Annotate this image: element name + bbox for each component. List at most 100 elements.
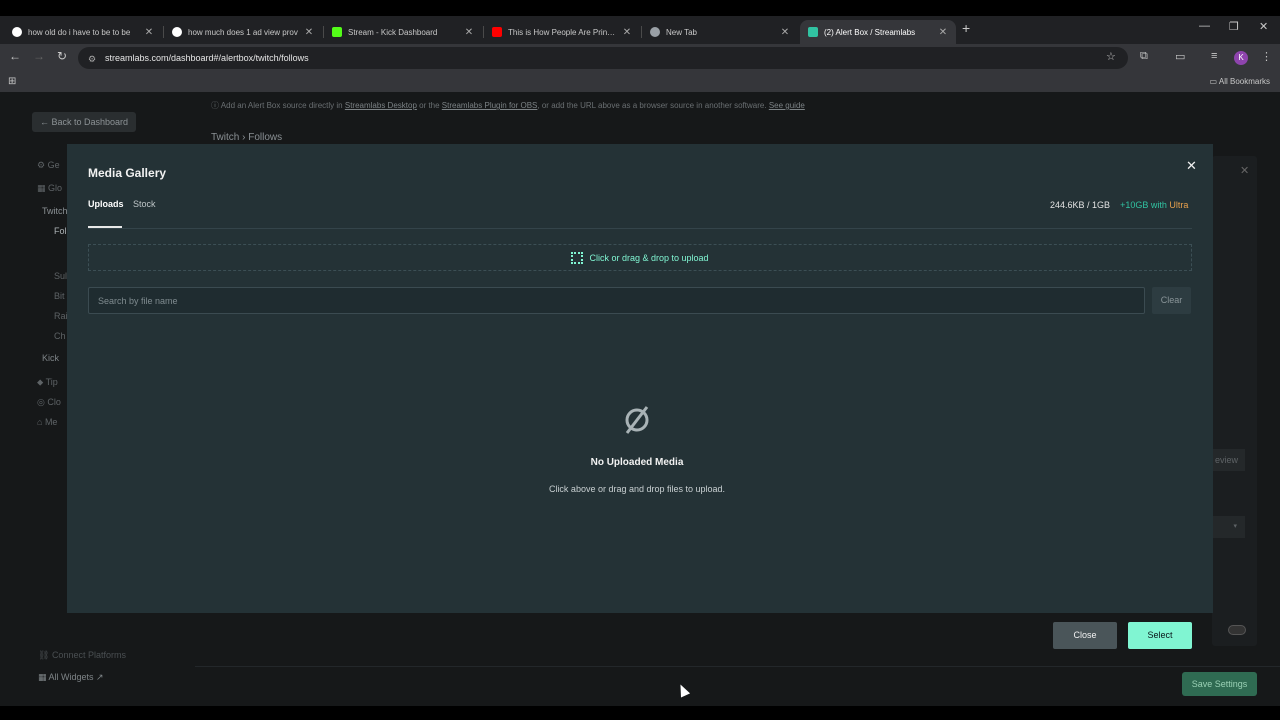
close-button[interactable]: Close	[1053, 622, 1117, 649]
grid-icon: ▦	[38, 672, 49, 682]
browser-tab-6-active[interactable]: (2) Alert Box / Streamlabs ✕	[800, 20, 956, 44]
cloud-icon: ◎	[37, 397, 48, 407]
ultra-badge[interactable]: Ultra	[1169, 200, 1188, 210]
bookmarks-bar: ⊞ ▭ All Bookmarks	[0, 72, 1280, 92]
media-controls-icon[interactable]: ≡	[1211, 50, 1217, 62]
window-close-icon[interactable]: ✕	[1259, 20, 1268, 33]
tab-close-icon[interactable]: ✕	[622, 27, 632, 38]
forward-arrow-icon[interactable]: →	[33, 49, 45, 63]
connect-platforms-label: Connect Platforms	[51, 650, 126, 660]
minimize-icon[interactable]: —	[1199, 20, 1210, 32]
sidebar-item-raids[interactable]: Rai	[54, 311, 68, 321]
upgrade-link[interactable]: +10GB with	[1120, 200, 1167, 210]
sidebar-item-subs[interactable]: Sul	[54, 271, 67, 281]
tab-title: how much does 1 ad view prov	[188, 27, 298, 37]
info-text-suffix: , or add the URL above as a browser sour…	[537, 101, 767, 110]
search-input[interactable]	[88, 287, 1145, 314]
arrow-left-icon: ←	[40, 117, 52, 127]
panel-toggle[interactable]	[1228, 625, 1246, 635]
breadcrumb-platform[interactable]: Twitch	[211, 132, 239, 143]
maximize-icon[interactable]: ❐	[1229, 20, 1239, 33]
tab-uploads[interactable]: Uploads	[88, 199, 124, 209]
letterbox-top	[0, 0, 1280, 16]
tab-close-icon[interactable]: ✕	[304, 27, 314, 38]
upload-frame-icon	[571, 251, 584, 264]
cast-icon[interactable]: ▭	[1175, 50, 1185, 63]
sidebar-item-tips[interactable]: ⬥ Tip	[37, 377, 58, 388]
grid-icon: ▦	[37, 183, 49, 193]
tab-close-icon[interactable]: ✕	[938, 27, 948, 38]
sidebar-item-global[interactable]: ▦ Glo	[37, 183, 62, 194]
all-widgets-link[interactable]: ▦ All Widgets ↗	[38, 672, 104, 683]
address-bar[interactable]: ⚙ streamlabs.com/dashboard#/alertbox/twi…	[78, 47, 1128, 69]
bookmark-star-icon[interactable]: ☆	[1106, 50, 1116, 63]
sidebar-label: Kick	[42, 353, 60, 363]
tab-title: (2) Alert Box / Streamlabs	[824, 27, 916, 37]
browser-tab-4[interactable]: This is How People Are Printing ✕	[484, 20, 640, 44]
tab-close-icon[interactable]: ✕	[780, 27, 790, 38]
tab-close-icon[interactable]: ✕	[464, 27, 474, 38]
url-text: streamlabs.com/dashboard#/alertbox/twitc…	[105, 53, 309, 63]
reload-icon[interactable]: ↻	[57, 49, 67, 63]
profile-avatar[interactable]: K	[1234, 51, 1248, 65]
new-tab-icon[interactable]: +	[962, 20, 970, 36]
upload-dropzone[interactable]: Click or drag & drop to upload	[88, 244, 1192, 271]
sidebar-label: Twitch	[42, 206, 68, 216]
apps-grid-icon[interactable]: ⊞	[8, 76, 16, 87]
sidebar-item-follows[interactable]: Fol	[54, 226, 67, 236]
tab-title: how old do i have to be to be	[28, 27, 131, 37]
connect-platforms-link[interactable]: ⛓ Connect Platforms	[38, 650, 126, 661]
sidebar-label: Fol	[54, 226, 67, 236]
select-button[interactable]: Select	[1128, 622, 1192, 649]
all-bookmarks-button[interactable]: ▭ All Bookmarks	[1210, 77, 1270, 86]
sidebar-label: Rai	[54, 311, 68, 321]
modal-close-icon[interactable]: ✕	[1186, 158, 1197, 174]
back-label: Back to Dashboard	[51, 117, 129, 127]
back-to-dashboard-button[interactable]: ← Back to Dashboard	[32, 112, 137, 132]
clear-button[interactable]: Clear	[1152, 287, 1191, 314]
tab-title: New Tab	[666, 27, 697, 37]
sidebar-item-general[interactable]: ⚙ Ge	[37, 160, 60, 171]
kebab-menu-icon[interactable]: ⋮	[1261, 50, 1272, 63]
obs-plugin-link[interactable]: Streamlabs Plugin for OBS	[442, 101, 538, 110]
tabs-divider	[88, 228, 1192, 229]
modal-title: Media Gallery	[88, 166, 167, 180]
storage-usage-text: 244.6KB / 1GB	[1050, 200, 1111, 210]
caret-down-icon: ▾	[1233, 523, 1237, 530]
kick-favicon-icon	[332, 27, 342, 37]
shirt-icon: ⌂	[37, 417, 45, 427]
browser-tab-2[interactable]: how much does 1 ad view prov ✕	[164, 20, 322, 44]
empty-state-title: No Uploaded Media	[590, 457, 684, 468]
sidebar-item-kick[interactable]: Kick	[42, 353, 59, 363]
back-arrow-icon[interactable]: ←	[9, 49, 21, 63]
info-text: Add an Alert Box source directly in	[220, 101, 343, 110]
breadcrumb: Twitch › Follows	[211, 132, 282, 143]
breadcrumb-page: Follows	[248, 132, 283, 143]
browser-tab-5[interactable]: New Tab ✕	[642, 20, 798, 44]
sidebar-item-bits[interactable]: Bit	[54, 291, 65, 301]
tag-icon: ⬥	[37, 377, 46, 387]
sidebar-item-cloudbot[interactable]: ◎ Clo	[37, 397, 61, 408]
settings-panel	[1212, 156, 1257, 646]
breadcrumb-separator: ›	[242, 132, 246, 143]
sidebar-label: Tip	[45, 377, 58, 387]
tab-close-icon[interactable]: ✕	[144, 27, 154, 38]
browser-tab-1[interactable]: how old do i have to be to be ✕	[4, 20, 162, 44]
extensions-icon[interactable]: ⧉	[1140, 50, 1148, 63]
see-guide-link[interactable]: See guide	[769, 101, 805, 110]
tab-stock[interactable]: Stock	[133, 199, 156, 209]
save-settings-button[interactable]: Save Settings	[1182, 672, 1257, 696]
sidebar-item-merch[interactable]: ⌂ Me	[37, 417, 57, 427]
tab-strip: how old do i have to be to be ✕ how much…	[0, 16, 1280, 44]
dropzone-label: Click or drag & drop to upload	[589, 252, 709, 263]
panel-close-icon[interactable]: ✕	[1240, 164, 1249, 177]
browser-tab-3[interactable]: Stream - Kick Dashboard ✕	[324, 20, 482, 44]
preview-button[interactable]: eview	[1213, 449, 1245, 471]
panel-dropdown[interactable]: ▾	[1213, 516, 1245, 538]
site-info-icon[interactable]: ⚙	[88, 54, 97, 64]
tab-title: This is How People Are Printing	[508, 27, 616, 37]
streamlabs-desktop-link[interactable]: Streamlabs Desktop	[345, 101, 417, 110]
sidebar-item-twitch[interactable]: Twitch	[42, 206, 68, 216]
sidebar-label: Me	[44, 417, 58, 427]
sidebar-item-charity[interactable]: Ch	[54, 331, 66, 341]
